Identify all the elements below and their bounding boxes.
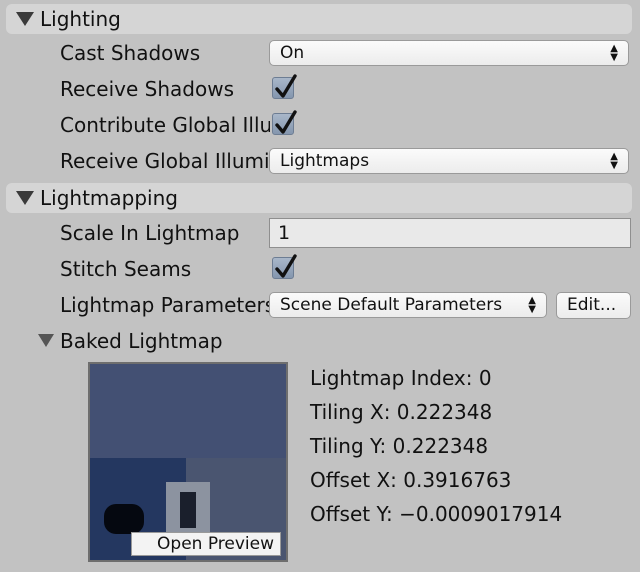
checkmark-icon [275,74,297,98]
scale-in-lightmap-input[interactable]: 1 [269,218,631,248]
dropdown-arrows-icon: ▲ ▼ [610,151,618,171]
stitch-seams-label: Stitch Seams [60,257,192,281]
contribute-gi-label: Contribute Global Illumination [60,113,270,137]
foldout-expanded-icon [16,191,34,205]
lightmap-parameters-dropdown[interactable]: Scene Default Parameters ▲ ▼ [269,292,547,318]
receive-gi-label: Receive Global Illumination [60,149,270,173]
offset-y-text: Offset Y: −0.0009017914 [310,502,563,526]
receive-gi-row: Receive Global Illumination Lightmaps ▲▼ [0,144,640,180]
cast-shadows-label: Cast Shadows [60,41,201,65]
checkmark-icon [275,254,297,278]
lightmap-index-text: Lightmap Index: 0 [310,366,492,390]
offset-x-text: Offset X: 0.3916763 [310,468,512,492]
stitch-seams-row: Stitch Seams [0,252,640,288]
tiling-x-text: Tiling X: 0.222348 [310,400,493,424]
lightmap-parameters-row: Lightmap Parameters Scene Default Parame… [0,288,640,324]
tiling-y-text: Tiling Y: 0.222348 [310,434,489,458]
baked-lightmap-label: Baked Lightmap [60,329,223,353]
contribute-gi-row: Contribute Global Illumination [0,108,640,144]
checkmark-icon [275,110,297,134]
cast-shadows-value: On [280,43,305,63]
edit-parameters-button[interactable]: Edit... [556,292,631,319]
open-preview-button[interactable]: Open Preview [131,532,281,556]
baked-lightmap-foldout-icon[interactable] [38,334,54,347]
lighting-section-header[interactable]: Lighting [6,4,632,34]
dropdown-arrows-icon: ▲ ▼ [610,43,618,63]
stitch-seams-checkbox[interactable] [272,254,297,279]
cast-shadows-row: Cast Shadows On ▲ ▼ [0,36,640,72]
foldout-expanded-icon [16,12,34,26]
scale-in-lightmap-label: Scale In Lightmap [60,221,240,245]
dropdown-arrows-icon: ▲ ▼ [528,295,536,315]
receive-gi-value: Lightmaps [280,151,370,171]
receive-shadows-checkbox[interactable] [272,74,297,99]
lightmapping-title: Lightmapping [40,186,178,210]
lightmapping-section-header[interactable]: Lightmapping [6,183,632,213]
receive-gi-dropdown[interactable]: Lightmaps ▲ ▼ [269,148,629,174]
lightmap-parameters-value: Scene Default Parameters [280,295,503,315]
contribute-gi-checkbox[interactable] [272,110,297,135]
receive-shadows-row: Receive Shadows [0,72,640,108]
lighting-title: Lighting [40,7,121,31]
cast-shadows-dropdown[interactable]: On ▲ ▼ [269,40,629,66]
scale-in-lightmap-row: Scale In Lightmap 1 [0,216,640,252]
lightmap-parameters-label: Lightmap Parameters [60,293,270,317]
receive-shadows-label: Receive Shadows [60,77,234,101]
